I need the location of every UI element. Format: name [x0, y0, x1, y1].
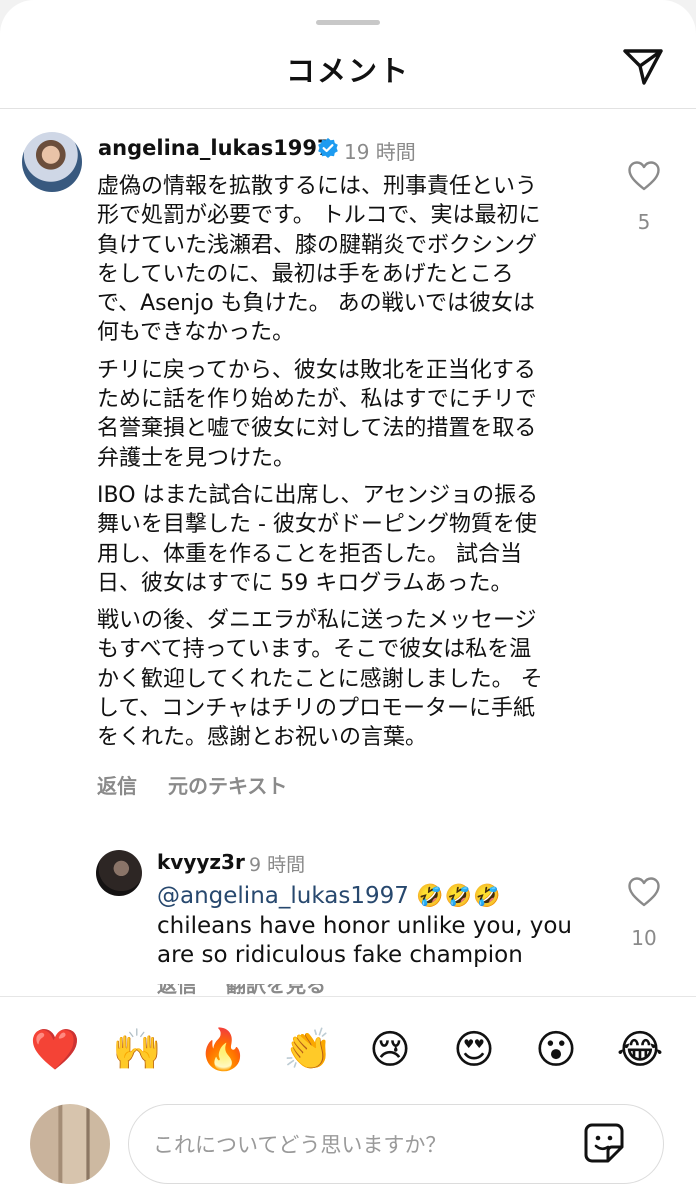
- comments-sheet: コメント angelina_lukas1997 19 時間 虚偽の情報を拡散する…: [0, 0, 696, 1200]
- page-title: コメント: [285, 54, 410, 88]
- verified-badge-icon: [318, 138, 338, 158]
- reaction-surprised[interactable]: 😮: [530, 1026, 582, 1074]
- see-translation-button[interactable]: 翻訳を見る: [226, 984, 326, 996]
- header-divider: [0, 108, 696, 109]
- reply-button[interactable]: 返信: [97, 770, 137, 799]
- reaction-crying[interactable]: 😢: [364, 1026, 416, 1074]
- reply-message: chileans have honor unlike you, you are …: [157, 912, 572, 969]
- reply-timestamp: 9 時間: [249, 854, 306, 876]
- heart-icon[interactable]: [627, 876, 661, 908]
- comment-timestamp: 19 時間: [344, 140, 416, 164]
- comment-paragraph: 虚偽の情報を拡散するには、刑事責任という 形で処罰が必要です。 トルコで、実は最…: [97, 174, 541, 346]
- comment-paragraph: 戦いの後、ダニエラが私に送ったメッセージ もすべて持っています。そこで彼女は私を…: [97, 608, 543, 751]
- reaction-raising-hands[interactable]: 🙌: [111, 1026, 163, 1074]
- reply-button[interactable]: 返信: [157, 984, 197, 996]
- see-original-button[interactable]: 元のテキスト: [168, 770, 287, 799]
- like-count: 10: [631, 926, 657, 950]
- reaction-clapping[interactable]: 👏: [282, 1026, 334, 1074]
- commenter-username[interactable]: angelina_lukas1997: [98, 136, 332, 160]
- sticker-icon[interactable]: [582, 1121, 626, 1165]
- reaction-heart-eyes[interactable]: 😍: [448, 1026, 500, 1074]
- heart-icon[interactable]: [627, 160, 661, 192]
- reaction-fire[interactable]: 🔥: [197, 1026, 249, 1074]
- like-count: 5: [637, 210, 651, 234]
- reply-username[interactable]: kvyyz3r: [157, 850, 245, 874]
- comment-paragraph: チリに戻ってから、彼女は敗北を正当化する ために話を作り始めたが、私はすでにチリ…: [97, 357, 537, 471]
- sheet-grabber[interactable]: [316, 20, 380, 25]
- reaction-laughing[interactable]: 😂: [614, 1026, 666, 1074]
- reply-emojis: 🤣🤣🤣: [416, 884, 502, 909]
- reply-actions: 返信 翻訳を見る: [157, 984, 348, 996]
- reply-text: @angelina_lukas1997 🤣🤣🤣 chileans have ho…: [157, 882, 597, 971]
- comment-text: 虚偽の情報を拡散するには、刑事責任という 形で処罰が必要です。 トルコで、実は最…: [97, 172, 597, 761]
- send-icon[interactable]: [620, 44, 666, 88]
- comment-input-placeholder: これについてどう思いますか？: [153, 1133, 447, 1157]
- commenter-avatar[interactable]: [22, 132, 82, 192]
- reaction-heart[interactable]: ❤️: [29, 1026, 81, 1074]
- mention-link[interactable]: @angelina_lukas1997: [157, 883, 409, 909]
- my-avatar: [30, 1104, 110, 1184]
- comment-paragraph: IBO はまた試合に出席し、アセンジョの振る 舞いを目撃した - 彼女がドーピン…: [97, 482, 539, 596]
- reply-avatar[interactable]: [96, 850, 142, 896]
